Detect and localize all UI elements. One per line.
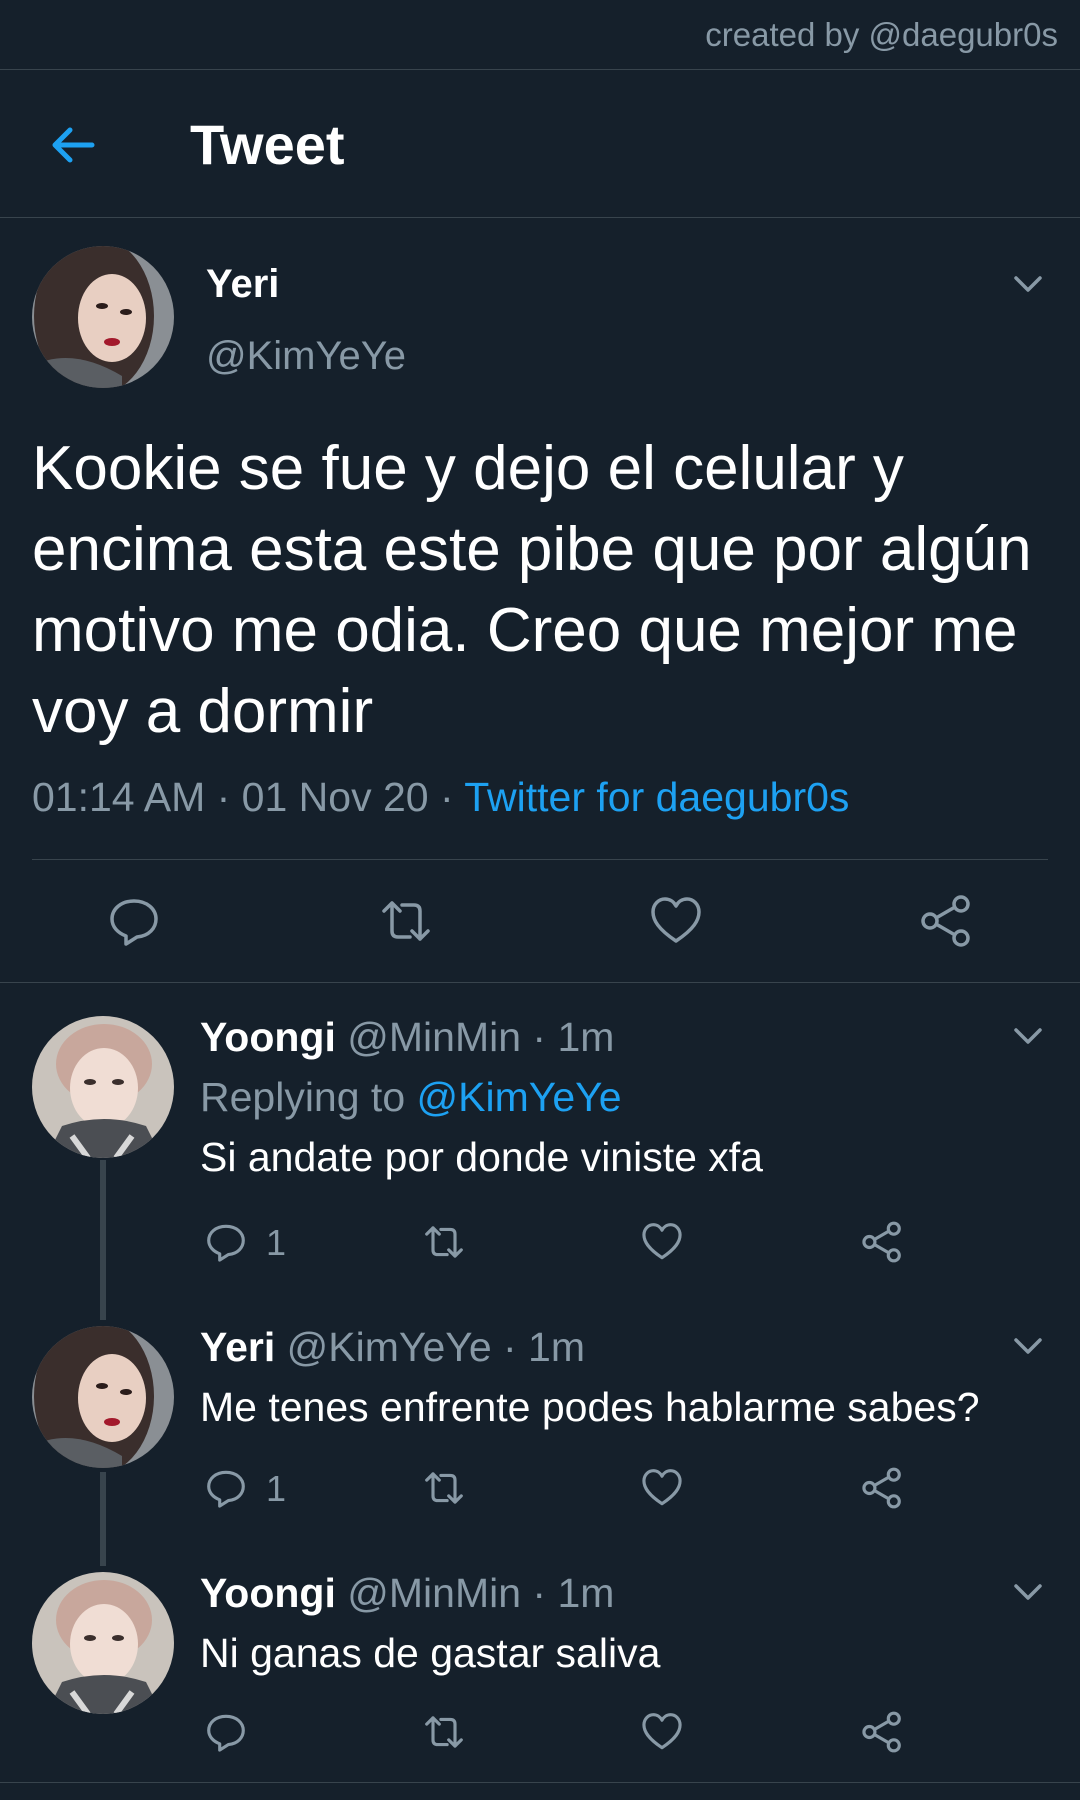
tweet-timestamp: 01:14 AM · 01 Nov 20 · (32, 774, 465, 820)
like-icon[interactable] (648, 893, 704, 949)
like-icon[interactable] (640, 1220, 684, 1264)
reply-header: Yoongi @MinMin · 1m (200, 1570, 614, 1617)
credit-text: created by @daegubr0s (705, 16, 1058, 53)
divider (0, 1782, 1080, 1783)
retweet-icon[interactable] (422, 1220, 466, 1264)
reply-count: 1 (266, 1468, 287, 1509)
reply-tweet[interactable]: Yoongi @MinMin · 1m Replying to @KimYeYe… (0, 1000, 1080, 1310)
user-name[interactable]: Yeri (200, 1324, 275, 1370)
avatar[interactable] (32, 1572, 174, 1714)
avatar[interactable] (32, 1326, 174, 1468)
retweet-icon[interactable] (422, 1466, 466, 1510)
tweet-text: Kookie se fue y dejo el celular y encima… (32, 434, 1032, 746)
chevron-down-icon[interactable] (1008, 264, 1048, 304)
retweet-icon[interactable] (378, 893, 434, 949)
reply-text: Ni ganas de gastar saliva (200, 1630, 661, 1676)
reply-tweet[interactable]: Yoongi @MinMin · 1m Ni ganas de gastar s… (0, 1556, 1080, 1782)
share-icon[interactable] (860, 1466, 904, 1510)
header: Tweet (0, 70, 1080, 218)
user-name[interactable]: Yoongi (200, 1570, 336, 1616)
user-name[interactable]: Yeri (206, 262, 279, 307)
main-tweet: Yeri @KimYeYe Kookie se fue y dejo el ce… (0, 218, 1080, 983)
user-name[interactable]: Yoongi (200, 1014, 336, 1060)
tweet-source[interactable]: Twitter for daegubr0s (464, 774, 849, 820)
avatar[interactable] (32, 1016, 174, 1158)
page-title: Tweet (190, 113, 345, 176)
chevron-down-icon[interactable] (1008, 1016, 1048, 1056)
reply-icon[interactable] (204, 1710, 248, 1754)
credit-bar: created by @daegubr0s (0, 0, 1080, 70)
chevron-down-icon[interactable] (1008, 1572, 1048, 1612)
avatar[interactable] (32, 246, 174, 388)
user-handle-time: @MinMin · 1m (335, 1570, 615, 1616)
share-icon[interactable] (860, 1710, 904, 1754)
reply-header: Yeri @KimYeYe · 1m (200, 1324, 585, 1371)
reply-count: 1 (266, 1222, 287, 1263)
reply-header: Yoongi @MinMin · 1m (200, 1014, 614, 1061)
share-icon[interactable] (860, 1220, 904, 1264)
like-icon[interactable] (640, 1710, 684, 1754)
user-handle[interactable]: @KimYeYe (206, 334, 406, 379)
reply-icon[interactable] (204, 1220, 248, 1264)
reply-text: Si andate por donde viniste xfa (200, 1134, 763, 1180)
retweet-icon[interactable] (422, 1710, 466, 1754)
reply-tweet[interactable]: Yeri @KimYeYe · 1m Me tenes enfrente pod… (0, 1310, 1080, 1560)
reply-icon[interactable] (204, 1466, 248, 1510)
back-arrow-icon[interactable] (48, 120, 98, 170)
replying-to-link[interactable]: @KimYeYe (417, 1074, 622, 1120)
tweet-actions (0, 860, 1080, 982)
reply-icon[interactable] (106, 893, 162, 949)
chevron-down-icon[interactable] (1008, 1326, 1048, 1366)
share-icon[interactable] (918, 893, 974, 949)
tweet-meta: 01:14 AM · 01 Nov 20 · Twitter for daegu… (32, 774, 849, 821)
reply-text: Me tenes enfrente podes hablarme sabes? (200, 1384, 980, 1430)
replying-to: Replying to @KimYeYe (200, 1074, 622, 1121)
user-handle-time: @MinMin · 1m (335, 1014, 615, 1060)
like-icon[interactable] (640, 1466, 684, 1510)
user-handle-time: @KimYeYe · 1m (275, 1324, 586, 1370)
replying-label: Replying to (200, 1074, 417, 1120)
